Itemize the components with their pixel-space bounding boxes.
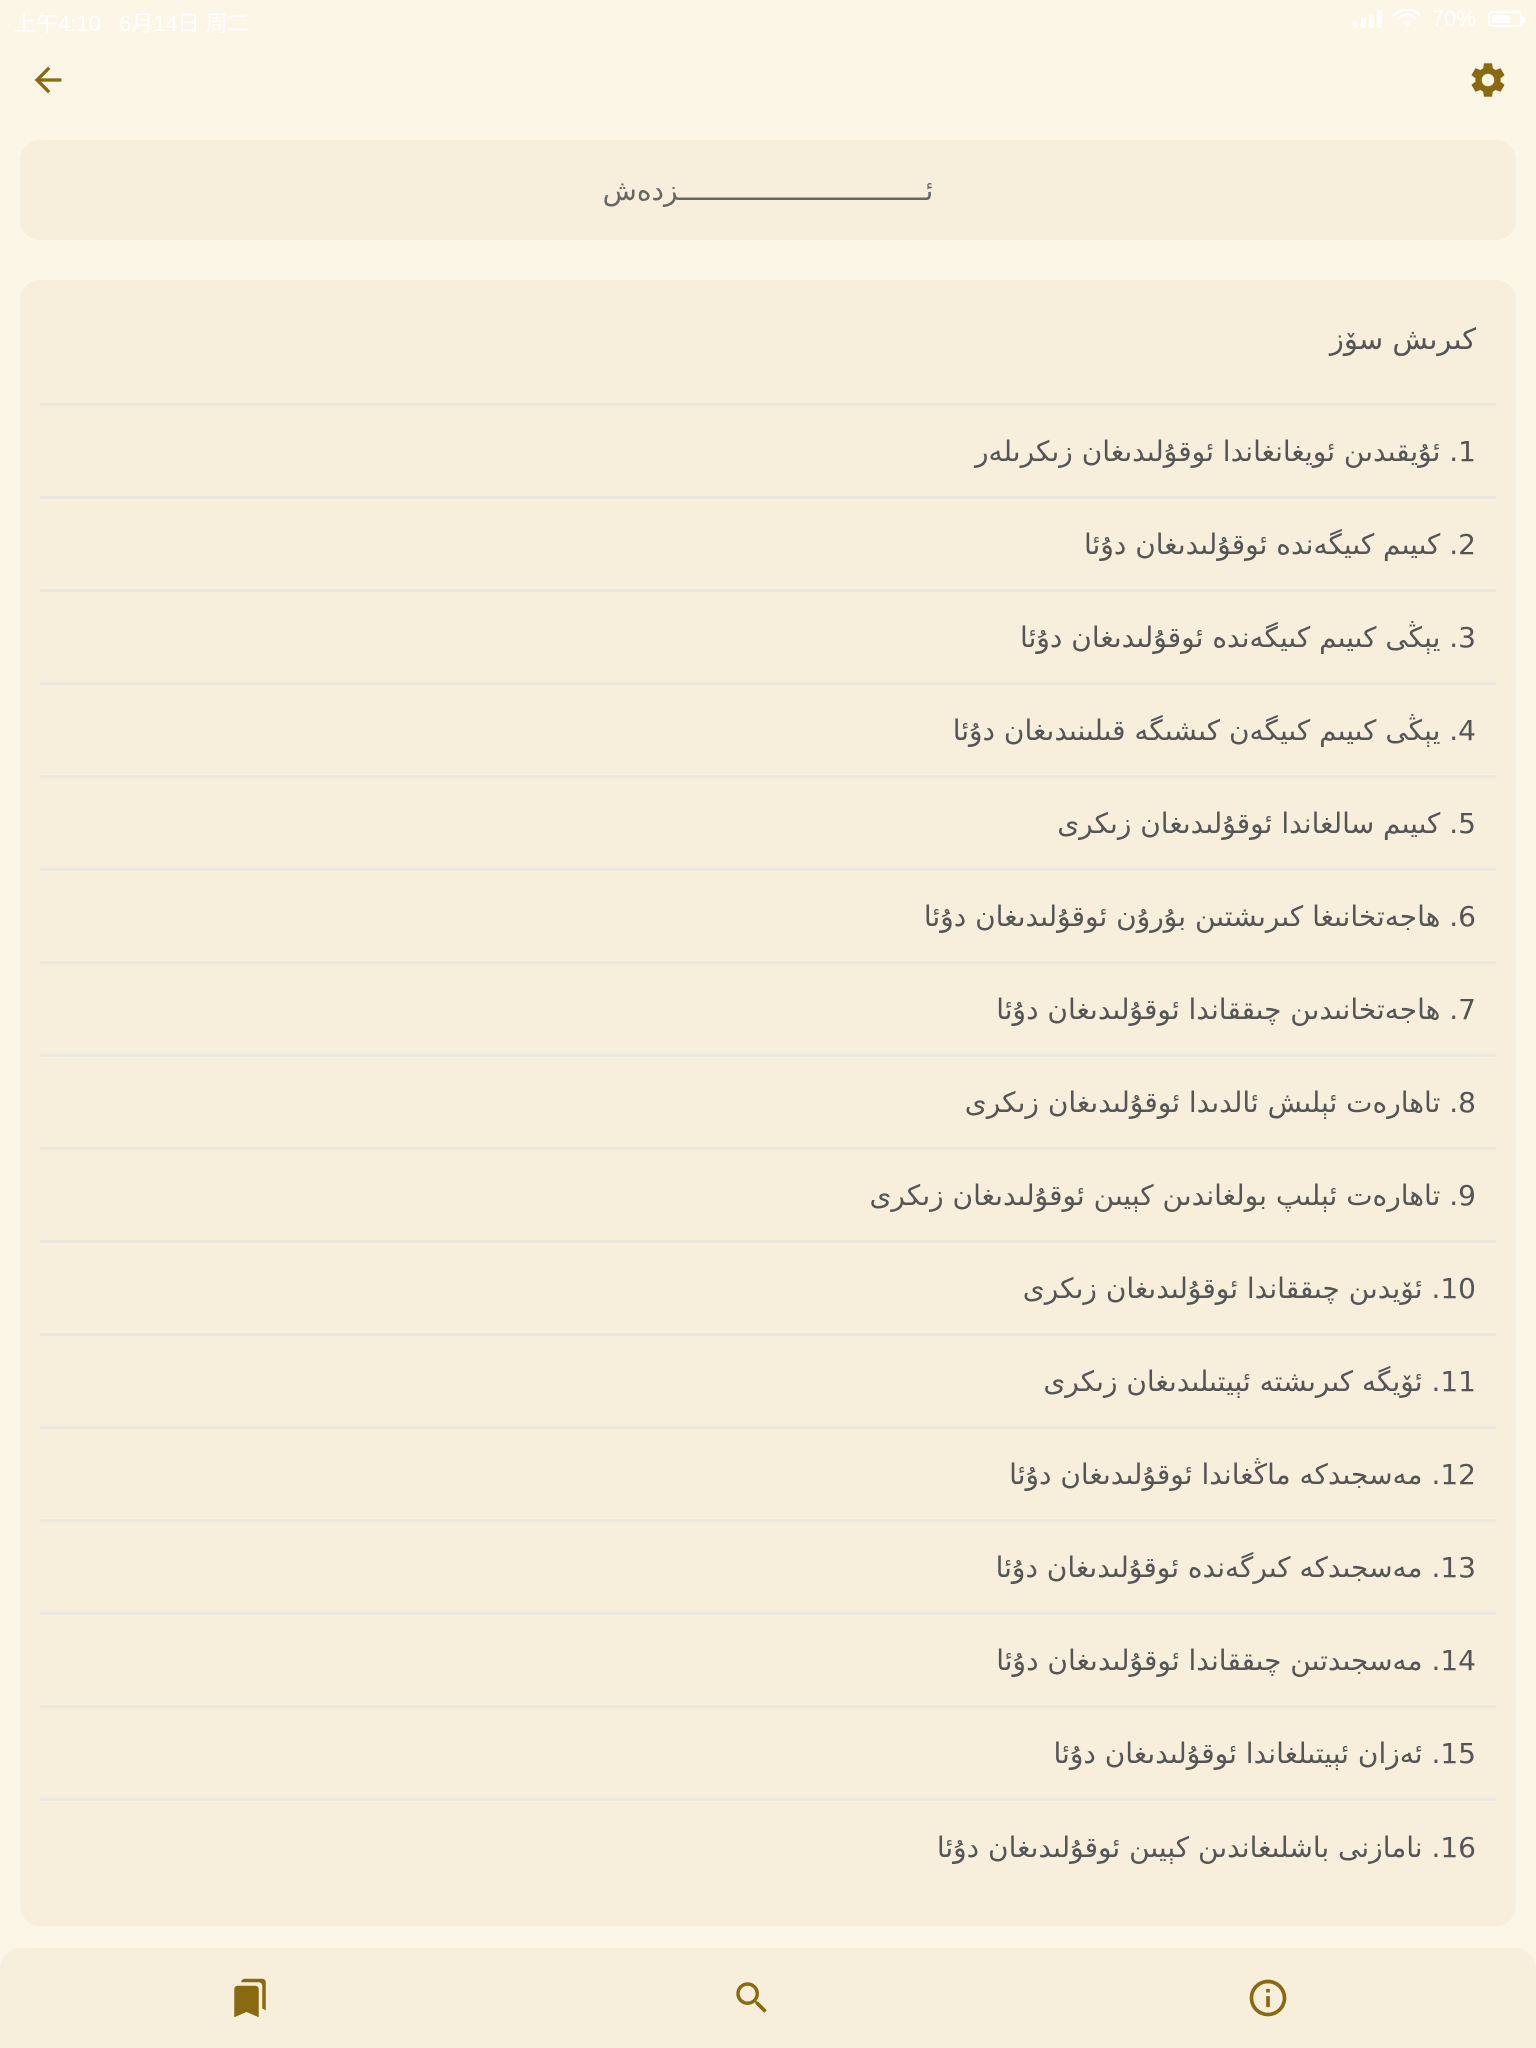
chapter-item[interactable]: 3. يېڭى كىيىم كىيگەندە ئوقۇلىدىغان دۇئا xyxy=(40,592,1496,685)
chapter-item-label: 14. مەسجىدتىن چىققاندا ئوقۇلىدىغان دۇئا xyxy=(996,1643,1476,1677)
chapter-item-label: 12. مەسجىدكە ماڭغاندا ئوقۇلىدىغان دۇئا xyxy=(1009,1457,1476,1491)
search-icon xyxy=(736,1982,767,2013)
chapter-item[interactable]: 10. ئۆيدىن چىققاندا ئوقۇلىدىغان زىكرى xyxy=(40,1243,1496,1336)
chapter-item-label: 4. يېڭى كىيىم كىيگەن كىشىگە قىلىنىدىغان … xyxy=(952,713,1476,747)
bottom-nav xyxy=(0,1948,1536,2048)
chapter-list: 1. ئۇيقىدىن ئويغانغاندا ئوقۇلىدىغان زىكر… xyxy=(20,406,1516,1894)
chapter-item-label: 7. ھاجەتخانىدىن چىققاندا ئوقۇلىدىغان دۇئ… xyxy=(996,992,1476,1026)
chapter-item[interactable]: 15. ئەزان ئېيتىلغاندا ئوقۇلىدىغان دۇئا xyxy=(40,1708,1496,1801)
gear-icon xyxy=(1471,63,1505,97)
chapter-list-card: كىرىش سۆز 1. ئۇيقىدىن ئويغانغاندا ئوقۇلى… xyxy=(20,280,1516,1926)
chapter-item-label: 1. ئۇيقىدىن ئويغانغاندا ئوقۇلىدىغان زىكر… xyxy=(975,434,1476,468)
status-bar: 上午4:10 6月14日 周二 70% xyxy=(0,0,1536,40)
chapter-item-label: 13. مەسجىدكە كىرگەندە ئوقۇلىدىغان دۇئا xyxy=(995,1550,1476,1584)
chapter-item[interactable]: 5. كىيىم سالغاندا ئوقۇلىدىغان زىكرى xyxy=(40,778,1496,871)
chapter-item[interactable]: 14. مەسجىدتىن چىققاندا ئوقۇلىدىغان دۇئا xyxy=(40,1615,1496,1708)
battery-icon xyxy=(1488,11,1525,27)
chapter-item[interactable]: 2. كىيىم كىيگەندە ئوقۇلىدىغان دۇئا xyxy=(40,499,1496,592)
cellular-signal-icon xyxy=(1352,10,1382,28)
chapter-item-label: 10. ئۆيدىن چىققاندا ئوقۇلىدىغان زىكرى xyxy=(1022,1271,1476,1305)
chapter-item[interactable]: 16. نامازنى باشلىغاندىن كېيىن ئوقۇلىدىغا… xyxy=(40,1801,1496,1894)
chapter-item[interactable]: 7. ھاجەتخانىدىن چىققاندا ئوقۇلىدىغان دۇئ… xyxy=(40,964,1496,1057)
chapter-item[interactable]: 8. تاھارەت ئېلىش ئالدىدا ئوقۇلىدىغان زىك… xyxy=(40,1057,1496,1150)
status-left: 上午4:10 6月14日 周二 xyxy=(14,6,250,38)
settings-button[interactable] xyxy=(1456,48,1520,112)
search-button[interactable] xyxy=(720,1966,784,2030)
chapter-item[interactable]: 1. ئۇيقىدىن ئويغانغاندا ئوقۇلىدىغان زىكر… xyxy=(40,406,1496,499)
title-card: ئــــــــــــــــــــــــــــــزدەش xyxy=(20,140,1516,240)
section-header[interactable]: كىرىش سۆز xyxy=(40,280,1496,406)
chapter-item[interactable]: 9. تاھارەت ئېلىپ بولغاندىن كېيىن ئوقۇلىد… xyxy=(40,1150,1496,1243)
bookmarks-button[interactable] xyxy=(218,1966,282,2030)
chapter-item-label: 2. كىيىم كىيگەندە ئوقۇلىدىغان دۇئا xyxy=(1084,527,1476,561)
chapter-item[interactable]: 11. ئۆيگە كىرىشتە ئېيتىلىدىغان زىكرى xyxy=(40,1336,1496,1429)
chapter-item-label: 16. نامازنى باشلىغاندىن كېيىن ئوقۇلىدىغا… xyxy=(936,1831,1476,1864)
chapter-item[interactable]: 13. مەسجىدكە كىرگەندە ئوقۇلىدىغان دۇئا xyxy=(40,1522,1496,1615)
info-icon xyxy=(1249,1979,1287,2017)
chapter-item[interactable]: 6. ھاجەتخانىغا كىرىشتىن بۇرۇن ئوقۇلىدىغا… xyxy=(40,871,1496,964)
status-right: 70% xyxy=(1352,6,1525,32)
chapter-item-label: 11. ئۆيگە كىرىشتە ئېيتىلىدىغان زىكرى xyxy=(1043,1364,1476,1398)
battery-percent: 70% xyxy=(1431,6,1476,31)
chapter-item-label: 5. كىيىم سالغاندا ئوقۇلىدىغان زىكرى xyxy=(1057,806,1476,840)
bookmarks-icon xyxy=(234,1978,266,2018)
battery-fill xyxy=(1492,15,1510,23)
chapter-item-label: 9. تاھارەت ئېلىپ بولغاندىن كېيىن ئوقۇلىد… xyxy=(869,1178,1477,1212)
chapter-item-label: 15. ئەزان ئېيتىلغاندا ئوقۇلىدىغان دۇئا xyxy=(1053,1736,1476,1770)
chapter-item[interactable]: 4. يېڭى كىيىم كىيگەن كىشىگە قىلىنىدىغان … xyxy=(40,685,1496,778)
chapter-item-label: 8. تاھارەت ئېلىش ئالدىدا ئوقۇلىدىغان زىك… xyxy=(964,1085,1476,1119)
page-title: ئــــــــــــــــــــــــــــــزدەش xyxy=(602,173,934,207)
chapter-item[interactable]: 12. مەسجىدكە ماڭغاندا ئوقۇلىدىغان دۇئا xyxy=(40,1429,1496,1522)
wifi-icon xyxy=(1393,9,1420,27)
status-time: 上午4:10 xyxy=(14,11,101,36)
status-date: 6月14日 周二 xyxy=(118,11,250,36)
arrow-left-icon xyxy=(34,66,62,94)
info-button[interactable] xyxy=(1236,1966,1300,2030)
chapter-item-label: 3. يېڭى كىيىم كىيگەندە ئوقۇلىدىغان دۇئا xyxy=(1020,620,1476,654)
back-button[interactable] xyxy=(16,48,80,112)
chapter-item-label: 6. ھاجەتخانىغا كىرىشتىن بۇرۇن ئوقۇلىدىغا… xyxy=(923,899,1476,933)
